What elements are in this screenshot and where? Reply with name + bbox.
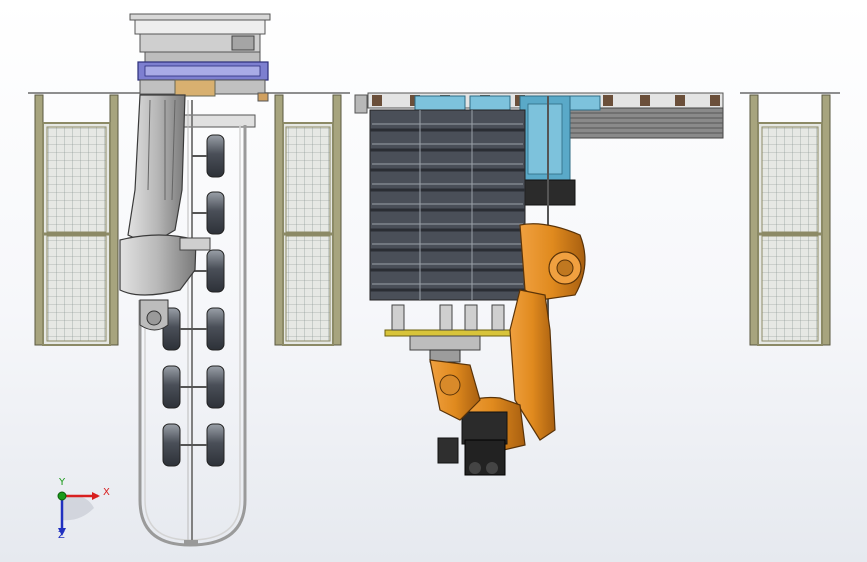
fence-panel-right[interactable] xyxy=(749,94,831,346)
gripper-tool[interactable] xyxy=(384,304,516,363)
z-axis-label: Z xyxy=(58,530,65,541)
fence-panel-middle[interactable] xyxy=(274,94,342,346)
cad-viewport[interactable]: X Y Z xyxy=(0,0,867,562)
y-axis-label: Y xyxy=(59,477,66,488)
fence-panel-left[interactable] xyxy=(34,94,119,346)
x-axis-label: X xyxy=(103,487,110,498)
bracket-parts xyxy=(257,92,368,114)
assembly-scene[interactable] xyxy=(0,0,867,562)
